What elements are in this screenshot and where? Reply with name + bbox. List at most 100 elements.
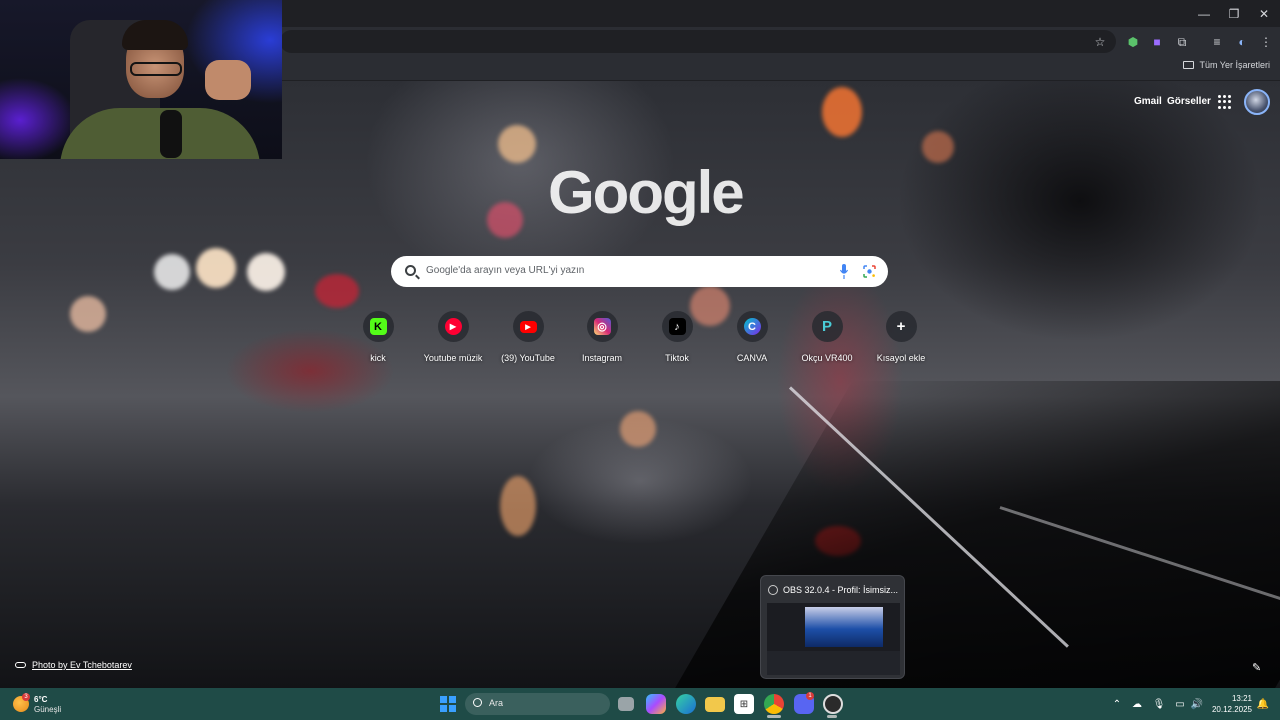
store-icon[interactable]: ⊞ bbox=[734, 694, 754, 714]
webcam-person-glasses bbox=[130, 62, 182, 76]
shortcut-label: Okçu VR400 bbox=[801, 353, 853, 363]
youtube-icon: ▶ bbox=[519, 320, 537, 333]
media-controls-icon[interactable]: ≡ bbox=[1209, 34, 1225, 50]
background-bokeh bbox=[247, 253, 285, 291]
link-icon bbox=[15, 662, 26, 668]
task-view-icon[interactable] bbox=[618, 697, 634, 711]
profile-icon[interactable]: ◐ bbox=[1234, 34, 1250, 50]
restore-button[interactable]: ❐ bbox=[1218, 0, 1250, 27]
microphone-icon[interactable]: 🎙 bbox=[1153, 698, 1166, 710]
obs-active-indicator bbox=[827, 715, 837, 718]
images-link[interactable]: Görseller bbox=[1167, 96, 1211, 107]
notification-bell-icon[interactable]: 🔔 bbox=[1257, 698, 1269, 710]
photo-credit-link[interactable]: Photo by Ev Tchebotarev bbox=[15, 660, 132, 670]
network-icon[interactable]: ▭ bbox=[1174, 698, 1186, 710]
google-lens-icon[interactable] bbox=[863, 265, 876, 278]
tray-overflow-chevron-icon[interactable]: ⌃ bbox=[1111, 698, 1123, 710]
shortcut-icon-wrap: C bbox=[736, 311, 768, 342]
search-icon bbox=[405, 265, 416, 276]
chrome-icon[interactable] bbox=[764, 694, 784, 714]
shortcut-tiktok[interactable]: ♪ Tiktok bbox=[640, 311, 714, 367]
all-bookmarks-label: Tüm Yer İşaretleri bbox=[1199, 60, 1270, 70]
taskbar-search[interactable]: Ara bbox=[465, 693, 610, 715]
instagram-icon: ◎ bbox=[593, 318, 611, 335]
tiktok-icon: ♪ bbox=[668, 318, 686, 335]
shortcut-add[interactable]: + Kısayol ekle bbox=[864, 311, 938, 367]
webcam-overlay bbox=[0, 0, 282, 159]
volume-icon[interactable]: 🔊 bbox=[1191, 698, 1203, 710]
customize-pencil-icon[interactable]: ✎ bbox=[1252, 661, 1264, 674]
folder-icon bbox=[1183, 61, 1195, 69]
edge-icon[interactable] bbox=[676, 694, 696, 714]
background-bokeh bbox=[620, 411, 656, 447]
shortcut-okcu-vr400[interactable]: P Okçu VR400 bbox=[790, 311, 864, 367]
clock-date[interactable]: 20.12.2025 bbox=[1208, 705, 1252, 714]
shortcut-canva[interactable]: C CANVA bbox=[715, 311, 789, 367]
taskbar-search-label: Ara bbox=[489, 698, 504, 708]
shortcut-instagram[interactable]: ◎ Instagram bbox=[565, 311, 639, 367]
search-icon bbox=[473, 698, 482, 707]
obs-preview-thumbnail bbox=[767, 603, 900, 675]
google-apps-icon[interactable] bbox=[1218, 95, 1232, 109]
obs-taskbar-icon[interactable] bbox=[823, 694, 843, 714]
shortcut-label: CANVA bbox=[736, 353, 768, 363]
shortcut-youtube-music[interactable]: ▶ Youtube müzik bbox=[416, 311, 490, 367]
shortcut-youtube[interactable]: ▶ (39) YouTube bbox=[491, 311, 565, 367]
youtube-music-icon: ▶ bbox=[444, 318, 462, 335]
discord-badge: 1 bbox=[806, 692, 814, 700]
taskbar: 3 6°C Güneşli Ara ⊞ 1 ⌃ ☁ 🎙 ▭ 🔊 13:21 20… bbox=[0, 688, 1280, 720]
shortcut-icon-wrap: ▶ bbox=[512, 311, 544, 342]
photo-credit-text: Photo by Ev Tchebotarev bbox=[32, 660, 132, 670]
webcam-microphone bbox=[160, 110, 182, 158]
canva-icon: C bbox=[743, 318, 761, 335]
shortcut-icon-wrap: ▶ bbox=[437, 311, 469, 342]
all-bookmarks-button[interactable]: Tüm Yer İşaretleri bbox=[1183, 60, 1270, 70]
clock-time[interactable]: 13:21 bbox=[1228, 694, 1252, 703]
address-bar[interactable] bbox=[280, 30, 1116, 53]
background-bokeh bbox=[498, 125, 536, 163]
purple-extension-icon[interactable]: ■ bbox=[1149, 34, 1165, 50]
weather-temperature: 6°C bbox=[34, 695, 48, 704]
gmail-link[interactable]: Gmail bbox=[1134, 96, 1162, 107]
background-bokeh bbox=[500, 476, 536, 536]
shortcut-icon-wrap: ♪ bbox=[661, 311, 693, 342]
start-windows-icon[interactable] bbox=[440, 696, 456, 712]
search-placeholder: Google'da arayın veya URL'yi yazın bbox=[426, 265, 585, 276]
obs-icon bbox=[768, 585, 778, 595]
background-bokeh bbox=[487, 202, 523, 238]
obs-window-preview[interactable]: OBS 32.0.4 - Profil: İsimsiz... bbox=[760, 575, 905, 679]
desktop-screen: — ❐ ✕ ☆ ⬢ ■ ⧉ ≡ ◐ ⋮ Tüm Yer İşaretleri G… bbox=[0, 0, 1280, 720]
voice-search-icon[interactable] bbox=[840, 264, 848, 279]
shortcut-label: (39) YouTube bbox=[501, 353, 555, 363]
background-bokeh bbox=[822, 87, 862, 137]
onedrive-cloud-icon[interactable]: ☁ bbox=[1131, 698, 1143, 710]
chrome-active-indicator bbox=[767, 715, 781, 718]
shortcut-icon-wrap: + bbox=[885, 311, 917, 342]
tplink-icon: P bbox=[821, 318, 832, 335]
shortcut-label: Instagram bbox=[581, 353, 623, 363]
browser-menu-icon[interactable]: ⋮ bbox=[1258, 34, 1274, 50]
extensions-puzzle-icon[interactable]: ⧉ bbox=[1174, 34, 1190, 50]
shortcut-kick[interactable]: K kick bbox=[341, 311, 415, 367]
file-explorer-icon[interactable] bbox=[705, 697, 725, 712]
copilot-icon[interactable] bbox=[646, 694, 666, 714]
weather-description: Güneşli bbox=[34, 705, 62, 714]
webcam-person-hair bbox=[122, 20, 188, 50]
background-bokeh bbox=[922, 131, 954, 163]
weather-badge: 3 bbox=[22, 693, 30, 701]
shortcut-label: Tiktok bbox=[665, 353, 689, 363]
webcam-person-hand bbox=[205, 60, 251, 100]
obs-preview-dock bbox=[767, 651, 900, 675]
minimize-button[interactable]: — bbox=[1188, 0, 1220, 27]
shortcut-label: Youtube müzik bbox=[423, 353, 483, 363]
shortcut-label: Kısayol ekle bbox=[876, 353, 926, 363]
shield-extension-icon[interactable]: ⬢ bbox=[1125, 34, 1141, 50]
close-button[interactable]: ✕ bbox=[1248, 0, 1280, 27]
bookmark-star-icon[interactable]: ☆ bbox=[1092, 34, 1108, 50]
background-bokeh bbox=[70, 296, 106, 332]
background-bokeh bbox=[154, 254, 190, 290]
account-avatar[interactable] bbox=[1244, 89, 1270, 115]
obs-preview-title: OBS 32.0.4 - Profil: İsimsiz... bbox=[783, 585, 899, 595]
shortcut-icon-wrap: ◎ bbox=[586, 311, 618, 342]
search-box[interactable]: Google'da arayın veya URL'yi yazın bbox=[391, 256, 888, 287]
